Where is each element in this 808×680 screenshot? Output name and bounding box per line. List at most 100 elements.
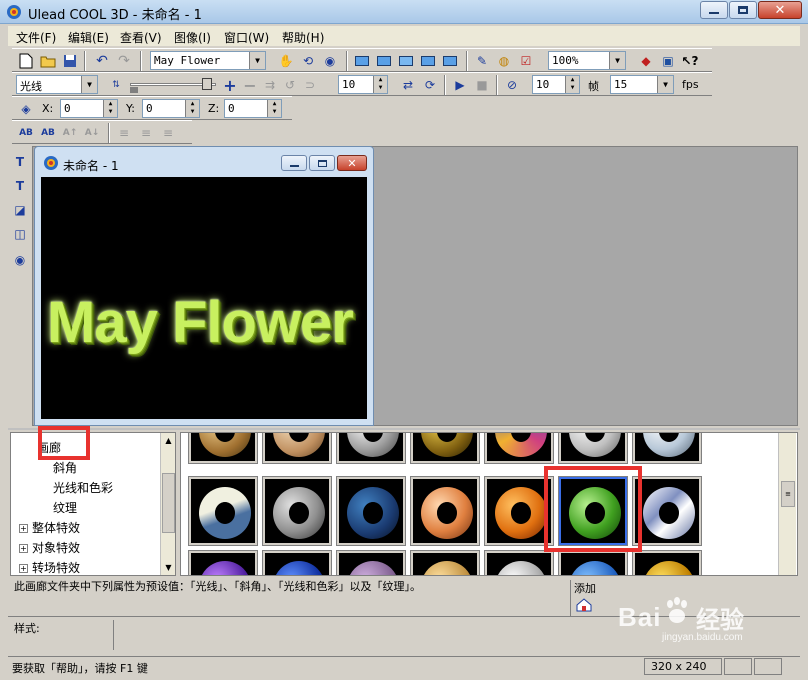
stop-button[interactable]: ■ [472,75,492,95]
tree-item-texture[interactable]: 纹理 [53,499,77,516]
insert-text-button[interactable]: T [10,152,30,172]
undo-button[interactable]: ↶ [92,51,112,71]
view-side-button[interactable] [374,51,394,71]
gallery-thumbnail[interactable] [632,476,702,546]
gallery-thumbnail[interactable] [410,550,480,575]
maximize-button[interactable] [729,1,757,19]
scroll-down-icon[interactable]: ▼ [161,560,176,575]
plugin-button[interactable]: ◆ [636,51,656,71]
redo-button[interactable]: ↷ [114,51,134,71]
menu-edit[interactable]: 编辑(E) [68,29,109,46]
new-file-button[interactable] [16,51,36,71]
view-front-button[interactable] [352,51,372,71]
gallery-thumbnail[interactable] [558,550,628,575]
export-button[interactable]: ▣ [658,51,678,71]
tree-item-light-color[interactable]: 光线和色彩 [53,479,113,496]
menu-help[interactable]: 帮助(H) [282,29,324,46]
rotate-button[interactable]: ⟲ [298,51,318,71]
insert-shape-button[interactable]: ◪ [10,200,30,220]
text-narrow-button[interactable]: AB [38,123,58,143]
loop-button[interactable]: ⊃ [300,75,320,95]
play-button[interactable]: ▶ [450,75,470,95]
move-button[interactable]: ✋ [276,51,296,71]
scroll-thumb[interactable]: ≡ [781,481,795,507]
gallery-thumbnail[interactable] [262,433,332,464]
menu-file[interactable]: 文件(F) [16,29,56,46]
save-button[interactable] [60,51,80,71]
context-help-button[interactable]: ↖? [680,51,700,71]
frames-count-input[interactable]: 10 ▲ ▼ [532,75,580,94]
fps-combo[interactable]: 15 ▼ [610,75,674,94]
smooth-button[interactable]: ⊘ [502,75,522,95]
canvas-3d-text[interactable]: May Flower [47,289,354,356]
menu-view[interactable]: 查看(V) [120,29,162,46]
gallery-thumbnail[interactable] [558,433,628,464]
open-file-button[interactable] [38,51,58,71]
minimize-button[interactable] [700,1,728,19]
gallery-thumbnail[interactable] [410,433,480,464]
expand-icon[interactable]: + [19,564,28,573]
expand-icon[interactable]: + [19,544,28,553]
close-button[interactable]: ✕ [758,1,802,19]
view-top-button[interactable] [396,51,416,71]
attribute-combo[interactable]: 光线 ▼ [16,75,98,94]
tree-item-bevel[interactable]: 斜角 [53,459,77,476]
slider-thumb[interactable] [202,78,212,90]
align-left-button[interactable]: ≡ [114,123,134,143]
add-to-gallery[interactable]: 添加 [574,580,604,616]
y-input[interactable]: 0 ▲ ▼ [142,99,200,118]
tree-item-transition-fx[interactable]: + 转场特效 [19,559,80,575]
copy-frame-button[interactable]: ⇉ [260,75,280,95]
resize-button[interactable]: ◉ [320,51,340,71]
view-back-button[interactable] [440,51,460,71]
gallery-thumbnail[interactable] [484,550,554,575]
expand-icon[interactable]: + [19,524,28,533]
gallery-thumbnail[interactable] [484,433,554,464]
reverse-button[interactable]: ↺ [280,75,300,95]
view-bottom-button[interactable] [418,51,438,71]
remove-frame-button[interactable]: − [240,75,260,95]
gallery-thumbnail[interactable] [336,550,406,575]
gallery-thumbnail[interactable] [484,476,554,546]
add-frame-button[interactable]: + [220,75,240,95]
position-mode-button[interactable]: ◈ [16,99,36,119]
edit-text-button[interactable]: T [10,176,30,196]
gallery-scrollbar[interactable]: ≡ [778,433,796,575]
gallery-thumbnail[interactable] [632,433,702,464]
doc-close-button[interactable]: ✕ [337,155,367,171]
menu-window[interactable]: 窗口(W) [224,29,269,46]
render-canvas[interactable]: May Flower [41,177,367,419]
gallery-thumbnail[interactable] [262,550,332,575]
tree-scrollbar[interactable]: ▲ ▼ [160,433,175,575]
insert-object-button[interactable]: ◉ [10,250,30,270]
text-spacing-button[interactable]: AB [16,123,36,143]
edit-shape-button[interactable]: ◫ [10,224,30,244]
align-right-button[interactable]: ≡ [158,123,178,143]
frame-number-input[interactable]: 10 ▲ ▼ [338,75,388,94]
font-combo[interactable]: May Flower ▼ [150,51,266,70]
play-loop-button[interactable]: ⟳ [420,75,440,95]
text-up-button[interactable]: A↑ [60,123,80,143]
tree-item-object-fx[interactable]: + 对象特效 [19,539,80,556]
tree-item-global-fx[interactable]: + 整体特效 [19,519,80,536]
gallery-thumbnail[interactable] [188,433,258,464]
gallery-thumbnail[interactable] [632,550,702,575]
z-input[interactable]: 0 ▲ ▼ [224,99,282,118]
text-down-button[interactable]: A↓ [82,123,102,143]
first-frame-button[interactable]: ⇅ [106,75,126,95]
frame-slider[interactable] [130,77,216,93]
play-pingpong-button[interactable]: ⇄ [398,75,418,95]
globe-button[interactable]: ◍ [494,51,514,71]
gallery-thumbnail[interactable] [336,476,406,546]
check-button[interactable]: ☑ [516,51,536,71]
gallery-thumbnail[interactable] [262,476,332,546]
zoom-combo[interactable]: 100% ▼ [548,51,626,70]
home-icon[interactable] [576,598,592,612]
brush-button[interactable]: ✎ [472,51,492,71]
gallery-thumbnail[interactable] [188,550,258,575]
x-input[interactable]: 0 ▲ ▼ [60,99,118,118]
scroll-up-icon[interactable]: ▲ [161,433,176,448]
align-center-button[interactable]: ≡ [136,123,156,143]
gallery-thumbnail[interactable] [336,433,406,464]
menu-image[interactable]: 图像(I) [174,29,211,46]
